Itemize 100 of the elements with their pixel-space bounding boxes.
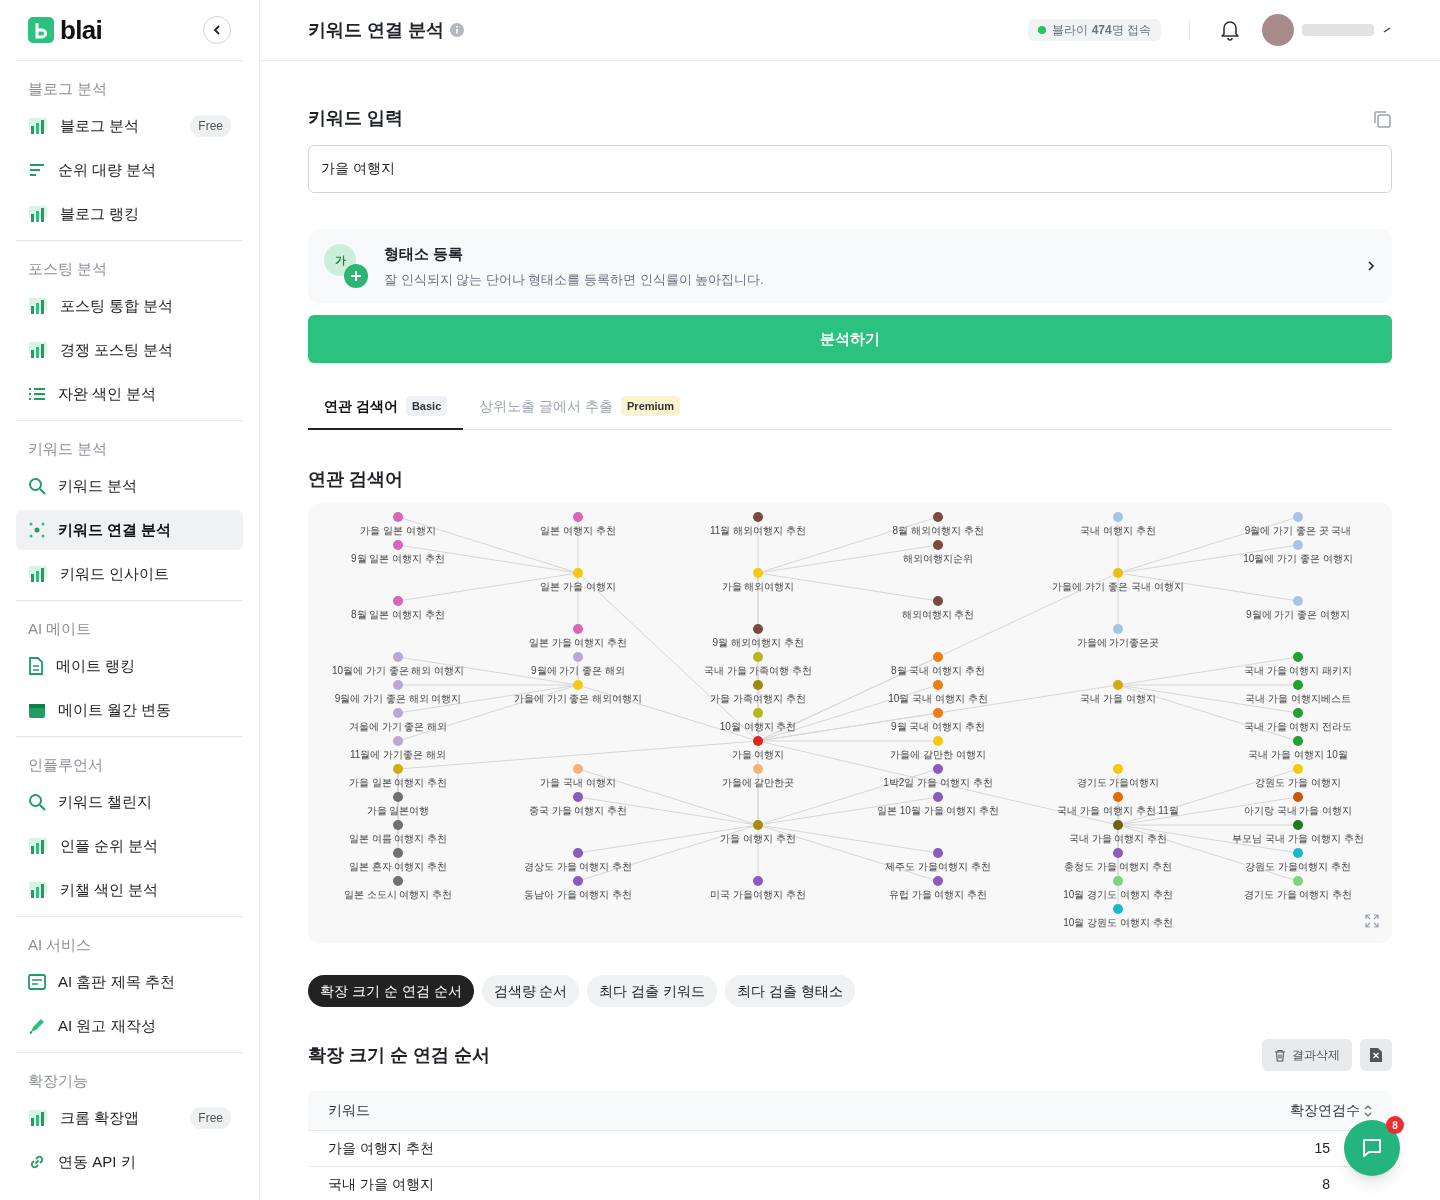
graph-node[interactable] [1113, 568, 1123, 578]
graph-node[interactable] [393, 540, 403, 550]
morpheme-register-card[interactable]: 가 형태소 등록 잘 인식되지 않는 단어나 형태소를 등록하면 인식률이 높아집니다. [308, 229, 1392, 303]
graph-node[interactable] [393, 736, 403, 746]
graph-node[interactable] [933, 848, 943, 858]
graph-node[interactable] [933, 736, 943, 746]
graph-node[interactable] [393, 764, 403, 774]
graph-node[interactable] [1113, 848, 1123, 858]
graph-node[interactable] [573, 792, 583, 802]
graph-node[interactable] [1293, 596, 1303, 606]
sidebar-item[interactable]: 키워드 챌린지 [16, 782, 243, 822]
sidebar-item[interactable]: 블로그 랭킹 [16, 194, 243, 234]
graph-node[interactable] [753, 652, 763, 662]
graph-node[interactable] [393, 680, 403, 690]
sort-button[interactable]: 검색량 순서 [481, 975, 580, 1007]
sidebar-item[interactable]: 경쟁 포스팅 분석 [16, 330, 243, 370]
graph-node[interactable] [933, 708, 943, 718]
sidebar-item[interactable]: 연동 API 키 [16, 1142, 243, 1182]
chart-icon [28, 117, 48, 135]
graph-node[interactable] [573, 568, 583, 578]
graph-node[interactable] [1113, 624, 1123, 634]
graph-node[interactable] [573, 876, 583, 886]
graph-node[interactable] [933, 876, 943, 886]
graph-node[interactable] [1293, 652, 1303, 662]
notification-bell-icon[interactable] [1218, 18, 1242, 42]
graph-node[interactable] [1293, 764, 1303, 774]
sidebar-item[interactable]: 메이트 월간 변동 [16, 690, 243, 730]
graph-node[interactable] [393, 652, 403, 662]
sidebar-item[interactable]: 블로그 분석 Free [16, 106, 243, 146]
graph-node[interactable] [933, 792, 943, 802]
graph-node[interactable] [753, 624, 763, 634]
chat-button[interactable] [1344, 1120, 1400, 1176]
graph-node[interactable] [393, 820, 403, 830]
keyword-input-field[interactable]: 가을 여행지 [308, 145, 1392, 193]
sidebar-item[interactable]: 크롬 확장앱 Free [16, 1098, 243, 1138]
sidebar-item[interactable]: AI 원고 재작성 [16, 1006, 243, 1046]
graph-node[interactable] [1293, 820, 1303, 830]
sort-button[interactable]: 최다 검출 형태소 [725, 975, 855, 1007]
sidebar-item[interactable]: 자완 색인 분석 [16, 374, 243, 414]
sidebar-item[interactable]: 인플 순위 분석 [16, 826, 243, 866]
graph-node[interactable] [1293, 540, 1303, 550]
sidebar-item[interactable]: 키챌 색인 분석 [16, 870, 243, 910]
graph-node[interactable] [1293, 708, 1303, 718]
graph-node[interactable] [1293, 736, 1303, 746]
graph-node[interactable] [573, 848, 583, 858]
excel-export-button[interactable] [1360, 1039, 1392, 1071]
graph-node[interactable] [753, 708, 763, 718]
sidebar-item[interactable]: 메이트 랭킹 [16, 646, 243, 686]
graph-node[interactable] [1113, 512, 1123, 522]
graph-node[interactable] [753, 820, 763, 830]
graph-node[interactable] [393, 596, 403, 606]
graph-node[interactable] [1113, 764, 1123, 774]
graph-node[interactable] [1113, 876, 1123, 886]
graph-node[interactable] [1293, 876, 1303, 886]
graph-node[interactable] [753, 764, 763, 774]
avatar[interactable] [1262, 14, 1294, 46]
expand-icon[interactable] [1364, 913, 1380, 929]
graph-node[interactable] [753, 568, 763, 578]
sidebar-item[interactable]: 키워드 연결 분석 [16, 510, 243, 550]
graph-node[interactable] [933, 512, 943, 522]
sidebar-item[interactable]: 키워드 분석 [16, 466, 243, 506]
graph-node[interactable] [1113, 904, 1123, 914]
graph-node[interactable] [1293, 680, 1303, 690]
graph-node[interactable] [753, 736, 763, 746]
graph-node[interactable] [573, 624, 583, 634]
graph-node[interactable] [393, 708, 403, 718]
graph-node[interactable] [393, 512, 403, 522]
graph-node[interactable] [933, 596, 943, 606]
graph-node[interactable] [1293, 848, 1303, 858]
graph-node[interactable] [1113, 680, 1123, 690]
delete-results-button[interactable]: 결과삭제 [1262, 1039, 1352, 1071]
sort-button[interactable]: 확장 크기 순 연검 순서 [308, 975, 474, 1007]
sort-button[interactable]: 최다 검출 키워드 [587, 975, 718, 1007]
graph-node[interactable] [933, 652, 943, 662]
graph-node[interactable] [1113, 792, 1123, 802]
graph-node[interactable] [573, 512, 583, 522]
graph-node[interactable] [393, 876, 403, 886]
tab[interactable]: 상위노출 글에서 추출 Premium [463, 384, 697, 430]
sidebar-item[interactable]: 순위 대량 분석 [16, 150, 243, 190]
graph-node[interactable] [1113, 820, 1123, 830]
graph-node[interactable] [933, 764, 943, 774]
graph-node[interactable] [393, 792, 403, 802]
graph-node[interactable] [1293, 512, 1303, 522]
sidebar-item[interactable]: 포스팅 통합 분석 [16, 286, 243, 326]
graph-node[interactable] [1293, 792, 1303, 802]
graph-node[interactable] [573, 652, 583, 662]
graph-node[interactable] [393, 848, 403, 858]
graph-node[interactable] [933, 680, 943, 690]
table-cell-text: 가을 여행지 추천 [328, 1139, 435, 1158]
graph-node[interactable] [753, 512, 763, 522]
copy-icon[interactable] [1372, 108, 1392, 129]
graph-node[interactable] [933, 540, 943, 550]
graph-node[interactable] [573, 680, 583, 690]
graph-node[interactable] [753, 680, 763, 690]
graph-node[interactable] [573, 764, 583, 774]
graph-node[interactable] [753, 876, 763, 886]
sidebar-item[interactable]: AI 홈판 제목 추천 [16, 962, 243, 1002]
sort-icon[interactable] [1364, 1104, 1372, 1117]
sidebar-item[interactable]: 키워드 인사이트 [16, 554, 243, 594]
tab[interactable]: 연관 검색어 Basic [308, 384, 464, 430]
